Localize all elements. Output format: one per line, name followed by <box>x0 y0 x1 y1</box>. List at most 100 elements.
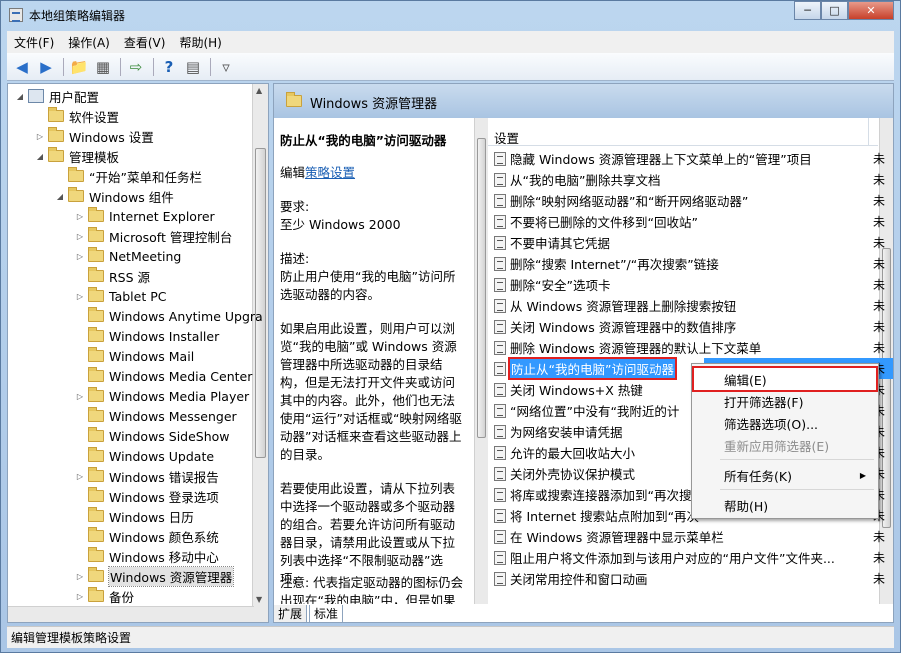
tree-item[interactable]: Windows Update <box>74 446 214 466</box>
policy-row[interactable]: 从 Windows 资源管理器上删除搜索按钮 未 <box>488 295 885 316</box>
policy-row[interactable]: 删除 Windows 资源管理器的默认上下文菜单 未 <box>488 337 885 358</box>
scroll-thumb[interactable] <box>255 148 266 458</box>
forward-arrow-icon[interactable]: ▶ <box>35 56 57 78</box>
description-scroll-thumb[interactable] <box>477 138 486 438</box>
tree-item[interactable]: ▷ NetMeeting <box>74 246 181 266</box>
tree-item[interactable]: Windows SideShow <box>74 426 230 446</box>
close-button[interactable]: ✕ <box>848 1 894 20</box>
tree-item[interactable]: ▷ Windows 设置 <box>34 126 154 146</box>
show-hide-tree-icon[interactable]: ▦ <box>92 56 114 78</box>
policy-row[interactable]: 不要将已删除的文件移到“回收站” 未 <box>488 211 885 232</box>
tree-item[interactable]: ◢ 管理模板 <box>34 146 119 166</box>
collapsed-triangle-icon[interactable]: ▷ <box>34 132 46 141</box>
tree-horizontal-scrollbar[interactable] <box>8 606 254 622</box>
policy-row[interactable]: 从“我的电脑”删除共享文档 未 <box>488 169 885 190</box>
tree-item[interactable]: ▷ Windows Media Player <box>74 386 249 406</box>
tree-item[interactable]: Windows 移动中心 <box>74 546 219 566</box>
folder-icon <box>88 387 104 402</box>
collapsed-triangle-icon[interactable]: ▷ <box>74 572 86 581</box>
tab-extended[interactable]: 扩展 <box>273 605 308 623</box>
tree-item[interactable]: Windows Anytime Upgra <box>74 306 263 326</box>
context-menu-item[interactable]: 编辑(E) <box>692 366 878 392</box>
collapsed-triangle-icon[interactable]: ▷ <box>74 592 86 601</box>
tree-item[interactable]: RSS 源 <box>74 266 150 286</box>
navigation-tree[interactable]: ▲ ▼ ◢ 用户配置 软件设置 ▷ Windows 设置 ◢ 管理模板 “开始”菜单和任务栏 ◢… <box>7 83 269 623</box>
scroll-down-arrow-icon[interactable]: ▼ <box>256 595 262 604</box>
properties-icon[interactable]: ▤ <box>182 56 204 78</box>
requirements-label: 要求: <box>280 199 310 214</box>
tree-item[interactable]: ▷ Microsoft 管理控制台 <box>74 226 232 246</box>
context-menu-item[interactable]: 所有任务(K) ▶ <box>694 464 876 486</box>
tree-item[interactable]: ◢ Windows 组件 <box>54 186 174 206</box>
tree-item[interactable]: ▷ Tablet PC <box>74 286 166 306</box>
tree-item-label: Windows 颜色系统 <box>109 529 219 545</box>
folder-icon <box>88 347 104 362</box>
policy-settings-link[interactable]: 策略设置 <box>305 165 355 180</box>
tree-item[interactable]: ▷ 备份 <box>74 586 134 606</box>
tree-item[interactable]: Windows 登录选项 <box>74 486 219 506</box>
expanded-triangle-icon[interactable]: ◢ <box>34 152 46 161</box>
filter-icon[interactable]: ▿ <box>215 56 237 78</box>
back-arrow-icon[interactable]: ◀ <box>11 56 33 78</box>
scroll-up-arrow-icon[interactable]: ▲ <box>256 86 262 95</box>
policy-setting-icon <box>494 508 506 523</box>
tree-item[interactable]: 软件设置 <box>34 106 119 126</box>
menu-file[interactable]: 文件(F) <box>7 34 61 51</box>
tree-item[interactable]: ◢ 用户配置 <box>14 86 99 106</box>
maximize-button[interactable]: □ <box>821 1 848 20</box>
tab-standard[interactable]: 标准 <box>309 605 344 623</box>
policy-state: 未 <box>873 173 886 187</box>
description-paragraph-4: 注意: 代表指定驱动器的图标仍会出现在“我的电脑”中，但是如果 <box>280 575 464 604</box>
tree-item[interactable]: Windows Media Center <box>74 366 252 386</box>
help-icon[interactable]: ? <box>158 56 180 78</box>
menu-view[interactable]: 查看(V) <box>117 34 173 51</box>
column-setting-header[interactable]: 设置 <box>494 128 519 147</box>
policy-row[interactable]: 隐藏 Windows 资源管理器上下文菜单上的“管理”项目 未 <box>488 148 885 169</box>
context-menu-item[interactable]: 帮助(H) <box>694 494 876 516</box>
policy-row[interactable]: 关闭 Windows 资源管理器中的数值排序 未 <box>488 316 885 337</box>
menu-help[interactable]: 帮助(H) <box>172 34 228 51</box>
collapsed-triangle-icon[interactable]: ▷ <box>74 472 86 481</box>
collapsed-triangle-icon[interactable]: ▷ <box>74 232 86 241</box>
collapsed-triangle-icon[interactable]: ▷ <box>74 292 86 301</box>
up-folder-icon[interactable]: 📁 <box>68 56 90 78</box>
folder-icon <box>88 487 104 502</box>
policy-row[interactable]: 删除“搜索 Internet”/“再次搜索”链接 未 <box>488 253 885 274</box>
context-menu-item[interactable]: 筛选器选项(O)... <box>694 412 876 434</box>
policy-row[interactable]: 阻止用户将文件添加到与该用户对应的“用户文件”文件夹... 未 <box>488 547 885 568</box>
title-bar[interactable]: 本地组策略编辑器 ─ □ ✕ <box>1 1 900 29</box>
context-menu-label: 所有任务(K) <box>724 468 792 484</box>
tree-item[interactable]: Windows 日历 <box>74 506 194 526</box>
policy-row[interactable]: 不要申请其它凭据 未 <box>488 232 885 253</box>
menu-action[interactable]: 操作(A) <box>61 34 117 51</box>
tree-item[interactable]: ▷ Windows 错误报告 <box>74 466 219 486</box>
collapsed-triangle-icon[interactable]: ▷ <box>74 212 86 221</box>
collapsed-triangle-icon[interactable]: ▷ <box>74 252 86 261</box>
collapsed-triangle-icon[interactable]: ▷ <box>74 392 86 401</box>
tree-item[interactable]: Windows 颜色系统 <box>74 526 219 546</box>
context-menu-item[interactable]: 打开筛选器(F) <box>694 390 876 412</box>
tree-item[interactable]: Windows Installer <box>74 326 219 346</box>
policy-row[interactable]: 删除“映射网络驱动器”和“断开网络驱动器” 未 <box>488 190 885 211</box>
tree-item[interactable]: ▷ Internet Explorer <box>74 206 215 226</box>
tree-item-label: Windows SideShow <box>109 428 230 444</box>
tree-item-label: Tablet PC <box>109 288 167 304</box>
expanded-triangle-icon[interactable]: ◢ <box>54 192 66 201</box>
tree-vertical-scrollbar[interactable]: ▲ ▼ <box>252 84 268 622</box>
tree-item[interactable]: Windows Messenger <box>74 406 237 426</box>
tree-item[interactable]: “开始”菜单和任务栏 <box>54 166 202 186</box>
description-scrollbar[interactable] <box>474 118 488 604</box>
view-tabs: 扩展 标准 <box>273 605 345 623</box>
export-list-icon[interactable]: ⇨ <box>125 56 147 78</box>
policy-row[interactable]: 删除“安全”选项卡 未 <box>488 274 885 295</box>
expanded-triangle-icon[interactable]: ◢ <box>14 92 26 101</box>
policy-row[interactable]: 关闭常用控件和窗口动画 未 <box>488 568 885 589</box>
tree-item[interactable]: Windows Mail <box>74 346 194 366</box>
context-menu-item: 重新应用筛选器(E) <box>694 434 876 456</box>
policy-row[interactable]: 在 Windows 资源管理器中显示菜单栏 未 <box>488 526 885 547</box>
tree-item-label: Windows Media Center <box>109 368 253 384</box>
minimize-button[interactable]: ─ <box>794 1 821 20</box>
policy-name: 从“我的电脑”删除共享文档 <box>510 173 661 188</box>
tree-item[interactable]: ▷ Windows 资源管理器 <box>74 565 235 587</box>
policy-list[interactable]: 设置 隐藏 Windows 资源管理器上下文菜单上的“管理”项目未从“我的电脑”… <box>488 118 893 604</box>
